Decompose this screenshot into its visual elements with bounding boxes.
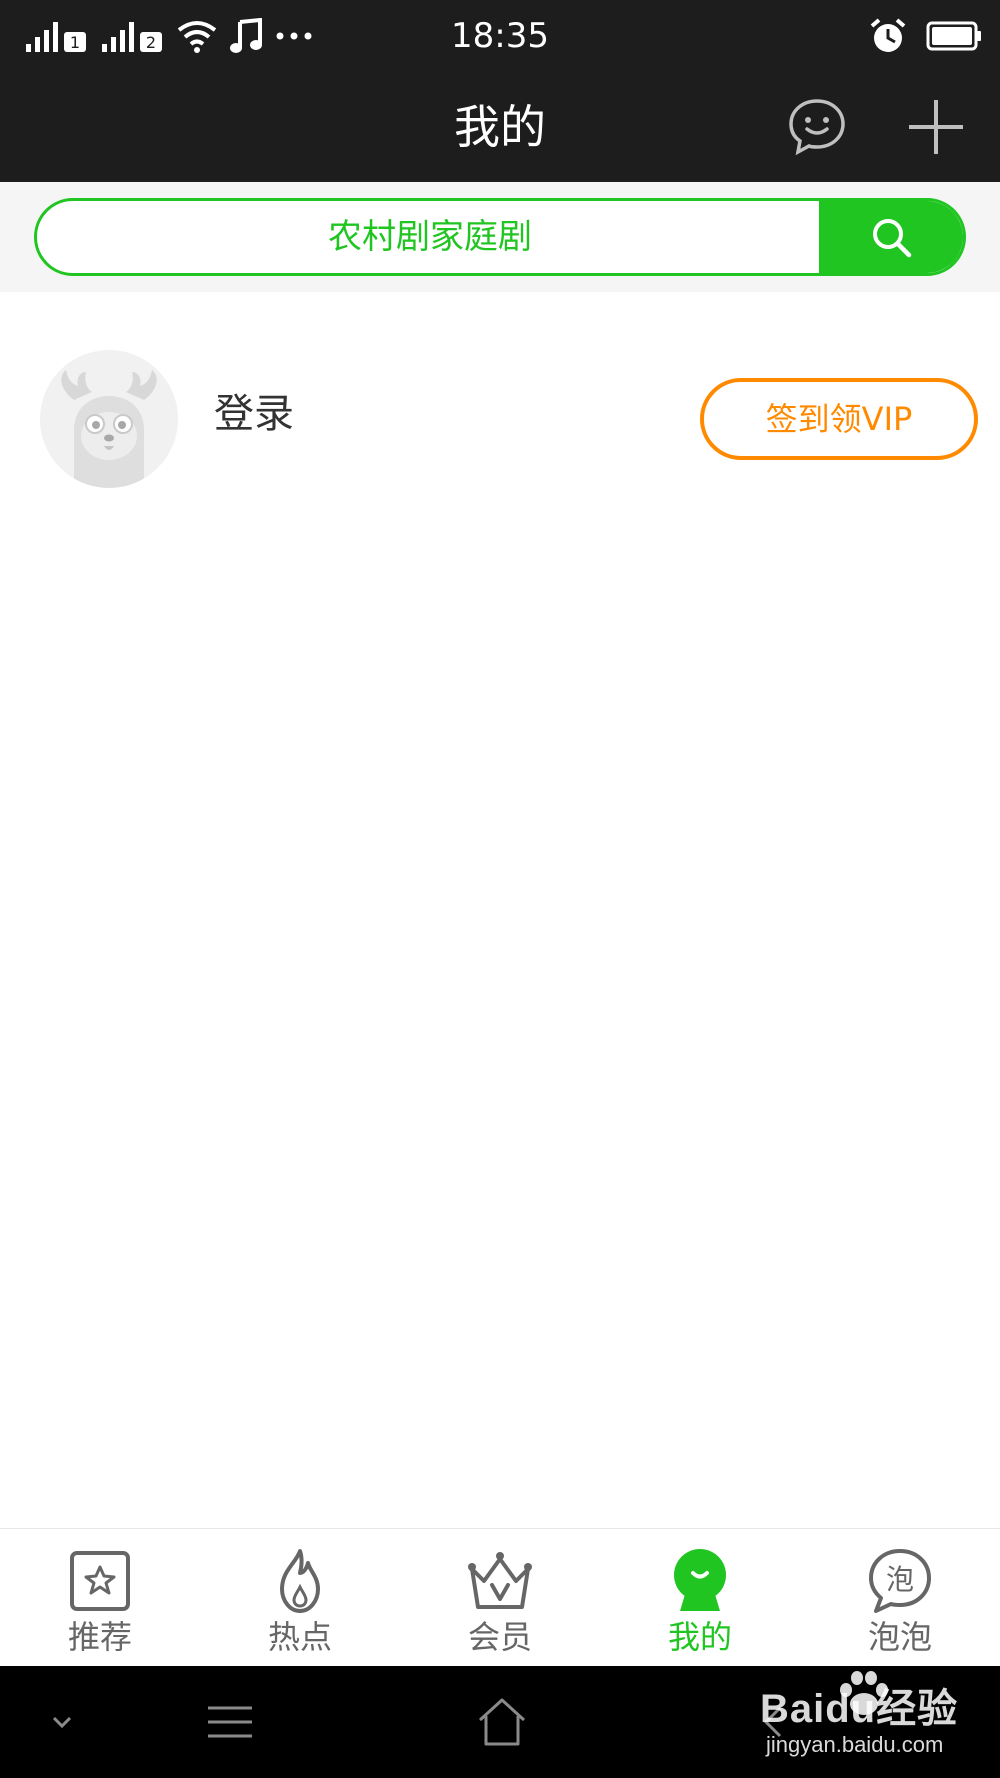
tab-label: 泡泡 [867, 1618, 932, 1656]
plus-icon [909, 100, 963, 154]
menu-icon[interactable] [200, 1694, 260, 1750]
chat-icon [789, 99, 845, 156]
bottom-tab-bar: 推荐 热点 会员 我的 泡 泡泡 [0, 1528, 1000, 1666]
watermark-url: jingyan.baidu.com [766, 1732, 944, 1757]
alarm-icon [870, 18, 906, 52]
bubble-icon: 泡 [869, 1549, 931, 1613]
tab-bubble[interactable]: 泡 泡泡 [800, 1529, 1000, 1667]
search-input[interactable]: 农村剧家庭剧 [37, 201, 823, 273]
tab-label: 会员 [467, 1618, 532, 1656]
star-icon [70, 1551, 130, 1611]
status-bar: 1 2 18:35 [0, 0, 1000, 72]
page-title: 我的 [454, 100, 546, 154]
chat-button[interactable] [786, 96, 848, 158]
chevron-down-icon[interactable] [32, 1694, 92, 1750]
watermark-text: Baidu经验 [760, 1687, 959, 1731]
sign-in-vip-button[interactable]: 签到领VIP [700, 378, 978, 460]
crown-icon [468, 1552, 532, 1609]
tab-hot[interactable]: 热点 [200, 1529, 400, 1667]
battery-icon [926, 21, 981, 51]
tab-vip[interactable]: 会员 [400, 1529, 600, 1667]
tab-label: 热点 [267, 1618, 332, 1656]
add-button[interactable] [905, 96, 967, 158]
flame-icon [280, 1549, 320, 1613]
tab-label: 推荐 [67, 1618, 132, 1656]
svg-text:泡: 泡 [886, 1563, 914, 1596]
search-button[interactable] [819, 201, 963, 273]
home-icon[interactable] [472, 1694, 532, 1750]
app-header: 我的 [0, 72, 1000, 182]
tab-recommend[interactable]: 推荐 [0, 1529, 200, 1667]
login-link[interactable]: 登录 [214, 388, 294, 440]
status-bar-right [868, 14, 982, 58]
baidu-watermark: Baidu经验 jingyan.baidu.com [760, 1671, 990, 1766]
search-icon [873, 219, 912, 258]
deer-avatar-icon [40, 350, 178, 488]
status-time: 18:35 [451, 16, 549, 56]
profile-icon [674, 1549, 726, 1611]
tab-label: 我的 [667, 1618, 732, 1656]
search-box[interactable]: 农村剧家庭剧 [34, 198, 966, 276]
search-area: 农村剧家庭剧 [0, 182, 1000, 292]
avatar[interactable] [40, 350, 178, 488]
tab-mine[interactable]: 我的 [600, 1529, 800, 1667]
profile-section: 登录 签到领VIP [0, 292, 1000, 492]
